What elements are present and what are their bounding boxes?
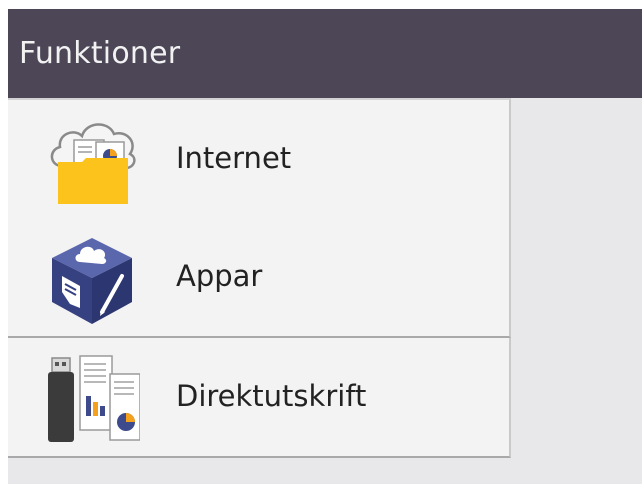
menu-item-internet[interactable]: Internet <box>8 98 511 220</box>
menu-item-direktutskrift[interactable]: Direktutskrift <box>8 338 511 458</box>
function-menu: Internet Appar Direktutskrift <box>8 98 511 458</box>
menu-item-appar[interactable]: Appar <box>8 218 511 338</box>
menu-item-label: Direktutskrift <box>176 379 367 413</box>
page-title: Funktioner <box>19 36 181 71</box>
lcd-screen: Funktioner Internet Appar Direktutskrift <box>8 9 642 484</box>
menu-item-label: Internet <box>176 141 292 175</box>
title-bar: Funktioner <box>8 9 642 98</box>
cloud-folder-icon <box>44 114 140 206</box>
menu-item-label: Appar <box>176 259 263 293</box>
apps-cube-icon <box>44 232 140 324</box>
usb-documents-icon <box>44 352 141 444</box>
